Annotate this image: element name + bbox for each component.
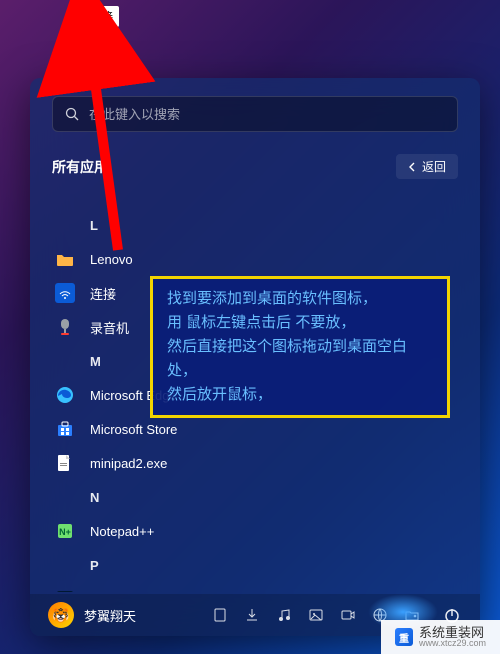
app-label: Lenovo [90,252,133,267]
app-item[interactable]: Lenovo [52,242,458,276]
chevron-left-icon [408,162,416,172]
letter-header[interactable]: N [52,480,458,514]
search-input[interactable] [87,106,445,123]
picture-icon[interactable] [308,607,324,623]
letter-icon [54,486,76,508]
desktop: 链接 录音机 所有应用 返回 LLenovo连接录音机MMicrosoft [0,0,500,654]
back-button-label: 返回 [422,158,446,175]
watermark-logo-icon: 重 [395,628,413,646]
all-apps-title: 所有应用 [52,157,108,177]
recorder-icon [83,31,105,53]
app-item[interactable]: N+ Notepad++ [52,514,458,548]
edge-icon [54,384,76,406]
ps-icon: Ps [54,588,76,592]
app-label: N [90,490,99,505]
document-icon[interactable] [212,607,228,623]
app-label: Microsoft Store [90,422,177,437]
hint-line: 然后放开鼠标， [167,383,433,407]
desktop-shortcut-label: 录音机 [60,55,128,72]
search-box[interactable] [52,96,458,132]
hint-line: 找到要添加到桌面的软件图标， [167,287,433,311]
hint-line: 然后直接把这个图标拖动到桌面空白处， [167,335,433,383]
app-label: 录音机 [90,318,129,337]
svg-text:N+: N+ [59,527,71,537]
hint-line: 用 鼠标左键点击后 不要放， [167,311,433,335]
download-icon[interactable] [244,607,260,623]
app-label: minipad2.exe [90,456,167,471]
user-name: 梦翼翔天 [84,606,136,625]
desktop-shortcut-preview: 链接 录音机 [60,6,128,72]
letter-icon [54,350,76,372]
app-label: L [90,218,98,233]
avatar: 🐯 [48,602,74,628]
link-tag-text: 链接 [89,8,113,25]
app-label: M [90,354,101,369]
letter-icon [54,214,76,236]
video-icon[interactable] [340,607,356,623]
back-button[interactable]: 返回 [396,154,458,179]
folder-icon [54,248,76,270]
letter-header[interactable]: L [52,208,458,242]
wifi-tile-icon [54,282,76,304]
shortcut-arrow-icon [75,12,85,22]
user-account[interactable]: 🐯 梦翼翔天 [48,602,202,628]
app-item[interactable]: Ps Photoshop 7.0 [52,582,458,592]
search-icon [65,107,79,121]
recorder-icon [54,316,76,338]
letter-header[interactable]: P [52,548,458,582]
watermark: 重 系统重装网 www.xtcz29.com [381,620,500,654]
app-label: 连接 [90,284,116,303]
exe-icon [54,452,76,474]
watermark-url: www.xtcz29.com [419,639,486,648]
app-label: Photoshop 7.0 [90,592,174,593]
notepadpp-icon: N+ [54,520,76,542]
link-tag: 链接 [69,6,119,27]
app-item[interactable]: minipad2.exe [52,446,458,480]
store-icon [54,418,76,440]
start-menu: 所有应用 返回 LLenovo连接录音机MMicrosoft EdgeMicro… [30,78,480,636]
letter-icon [54,554,76,576]
app-label: P [90,558,99,573]
app-label: Notepad++ [90,524,154,539]
music-icon[interactable] [276,607,292,623]
instruction-callout: 找到要添加到桌面的软件图标， 用 鼠标左键点击后 不要放， 然后直接把这个图标拖… [150,276,450,418]
